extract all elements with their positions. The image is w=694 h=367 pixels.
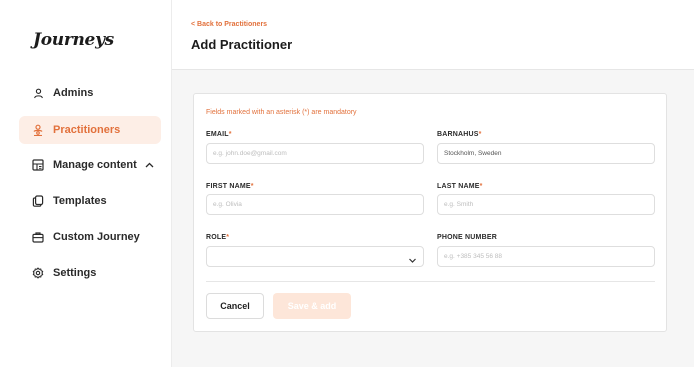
chevron-down-icon [408,252,417,270]
sidebar-item-practitioners[interactable]: Practitioners [19,116,161,144]
add-practitioner-form: Fields marked with an asterisk (*) are m… [193,93,667,332]
phone-number-field[interactable] [437,246,655,267]
page-header: < Back to Practitioners Add Practitioner [172,0,694,70]
users-icon [32,124,44,136]
sidebar-item-custom-journey[interactable]: Custom Journey [19,223,161,251]
sidebar-item-label: Admins [53,87,94,99]
chevron-up-icon[interactable] [145,162,154,168]
barnahus-label: BARNAHUS* [437,131,482,138]
sidebar-item-templates[interactable]: Templates [19,187,161,215]
sidebar-item-label: Templates [53,195,107,207]
email-field[interactable] [206,143,424,164]
copy-icon [32,195,44,207]
sidebar: Journeys Admins Practitioners Manage con… [0,0,171,367]
save-and-add-button[interactable]: Save & add [273,293,351,319]
phone-number-label: PHONE NUMBER [437,234,497,241]
sidebar-item-label: Custom Journey [53,231,140,243]
briefcase-icon [32,231,44,243]
main-content: < Back to Practitioners Add Practitioner… [171,0,694,367]
mandatory-note: Fields marked with an asterisk (*) are m… [206,109,357,116]
barnahus-field[interactable] [437,143,655,164]
sidebar-item-manage-content[interactable]: Manage content [19,151,161,179]
first-name-field[interactable] [206,194,424,215]
gear-icon [32,267,44,279]
page-title: Add Practitioner [191,37,293,52]
sidebar-item-label: Settings [53,267,97,279]
user-icon [32,87,44,99]
sidebar-item-settings[interactable]: Settings [19,259,161,287]
role-select[interactable] [206,246,424,267]
sidebar-item-label: Practitioners [53,124,121,136]
cancel-button[interactable]: Cancel [206,293,264,319]
sidebar-item-admins[interactable]: Admins [19,79,161,107]
email-label: EMAIL* [206,131,232,138]
first-name-label: FIRST NAME* [206,183,254,190]
last-name-label: LAST NAME* [437,183,483,190]
content-icon [32,159,44,171]
sidebar-item-label: Manage content [53,159,137,171]
last-name-field[interactable] [437,194,655,215]
app-logo[interactable]: Journeys [33,30,114,50]
form-divider [206,281,655,282]
role-label: ROLE* [206,234,230,241]
back-to-practitioners-link[interactable]: < Back to Practitioners [191,21,267,28]
